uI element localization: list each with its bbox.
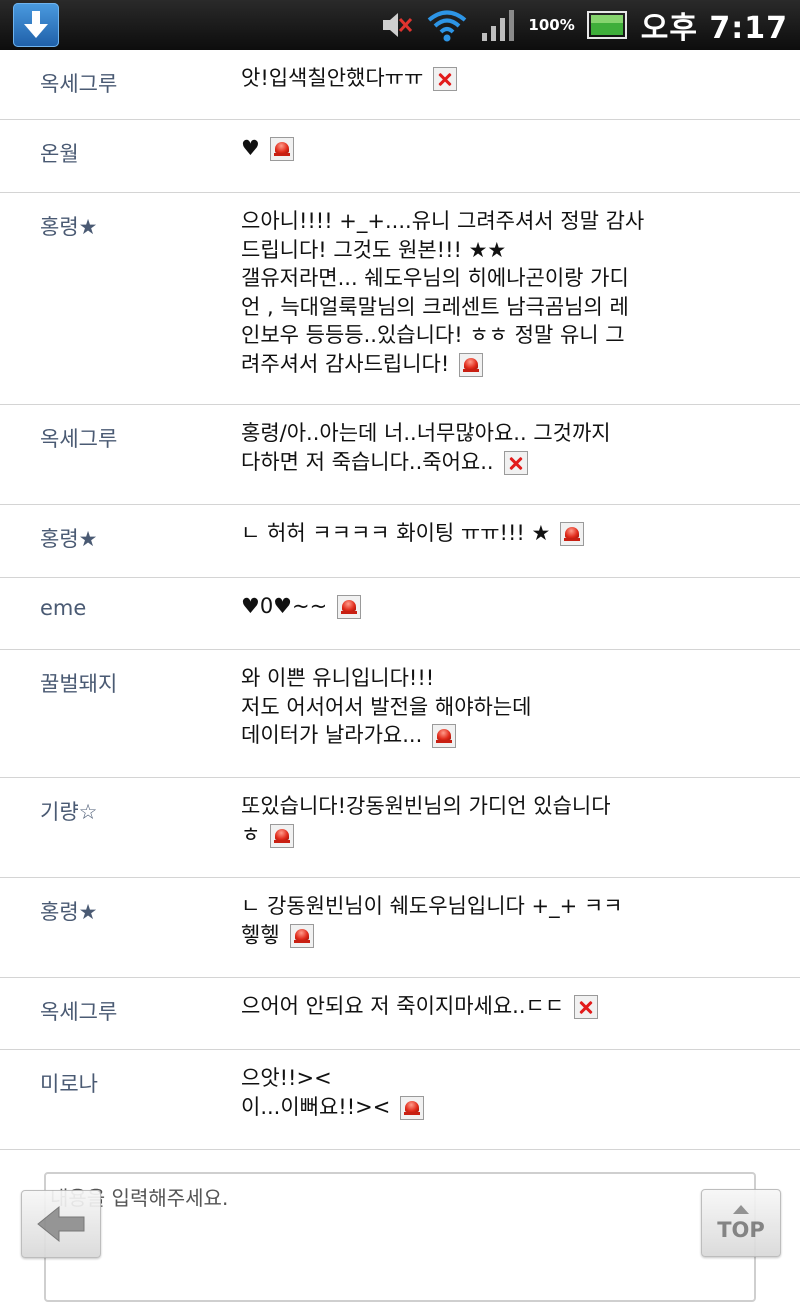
back-button[interactable] (21, 1190, 101, 1258)
comment-author[interactable]: 기량☆ (40, 796, 97, 826)
comment-row: 홍령★ 으아니!!!! +_+....유니 그려주셔서 정말 감사 드립니다! 그… (0, 193, 800, 405)
comment-content: 으앗!!>< 이...이뻐요!!>< (241, 1064, 671, 1121)
report-siren-icon[interactable] (289, 923, 314, 948)
comment-content: ㄴ 허허 ㅋㅋㅋㅋ 화이팅 ㅠㅠ!!! ★ (241, 519, 671, 548)
comment-list: 옥세그루 앗!입색칠안했다ㅠㅠ 온월 ♥ 홍령★ 으아니!!!! +_+....유니 그려… (0, 50, 800, 1150)
comment-author[interactable]: 홍령★ (40, 896, 97, 926)
comment-author[interactable]: 홍령★ (40, 523, 97, 553)
comment-text: 으어어 안되요 저 죽이지마세요..ㄷㄷ (241, 994, 565, 1018)
delete-comment-icon[interactable] (433, 67, 458, 91)
comment-row: 옥세그루 홍령/아..아는데 너..너무많아요.. 그것까지 다하면 저 죽습니다… (0, 405, 800, 505)
comment-text: 또있습니다!강동원빈님의 가디언 있습니다 ㅎ (241, 794, 611, 847)
report-siren-icon[interactable] (269, 137, 294, 161)
report-siren-icon[interactable] (459, 352, 484, 377)
comment-content: ㄴ 강동원빈님이 쉐도우님입니다 +_+ ㅋㅋ 헿헿 (241, 892, 671, 949)
comment-text: ♥ (241, 136, 260, 160)
comment-row: eme ♥0♥~~ (0, 578, 800, 650)
comment-author[interactable]: 홍령★ (40, 211, 97, 241)
comment-text: 홍령/아..아는데 너..너무많아요.. 그것까지 다하면 저 죽습니다..죽어… (241, 421, 611, 474)
report-siren-icon[interactable] (337, 595, 362, 619)
comment-text: 와 이쁜 유니입니다!!! 저도 어서어서 발전을 해야하는데 데이터가 날라가… (241, 666, 532, 747)
comment-row: 홍령★ ㄴ 강동원빈님이 쉐도우님입니다 +_+ ㅋㅋ 헿헿 (0, 878, 800, 978)
comment-author[interactable]: 옥세그루 (40, 423, 117, 453)
comment-text: 으앗!!>< 이...이뻐요!!>< (241, 1066, 391, 1119)
comment-content: 으어어 안되요 저 죽이지마세요..ㄷㄷ (241, 992, 671, 1021)
comment-content: ♥ (241, 134, 671, 163)
comment-author[interactable]: 옥세그루 (40, 68, 117, 98)
comment-row: 옥세그루 으어어 안되요 저 죽이지마세요..ㄷㄷ (0, 978, 800, 1050)
comment-author[interactable]: eme (40, 596, 86, 620)
comment-author[interactable]: 미로나 (40, 1068, 98, 1098)
comment-text: 앗!입색칠안했다ㅠㅠ (241, 66, 424, 90)
comment-row: 꿀벌돼지 와 이쁜 유니입니다!!! 저도 어서어서 발전을 해야하는데 데이터가… (0, 650, 800, 778)
comment-author[interactable]: 꿀벌돼지 (40, 668, 117, 698)
delete-comment-icon[interactable] (574, 995, 599, 1019)
signal-icon (482, 10, 515, 41)
delete-comment-icon[interactable] (503, 450, 528, 475)
comment-row: 홍령★ ㄴ 허허 ㅋㅋㅋㅋ 화이팅 ㅠㅠ!!! ★ (0, 505, 800, 578)
comment-author[interactable]: 옥세그루 (40, 996, 117, 1026)
comment-content: 앗!입색칠안했다ㅠㅠ (241, 64, 671, 93)
comment-row: 미로나 으앗!!>< 이...이뻐요!!>< (0, 1050, 800, 1150)
download-icon[interactable] (13, 3, 59, 47)
comment-row: 옥세그루 앗!입색칠안했다ㅠㅠ (0, 50, 800, 120)
comment-content: 으아니!!!! +_+....유니 그려주셔서 정말 감사 드립니다! 그것도 … (241, 207, 671, 378)
mute-icon (383, 13, 413, 37)
report-siren-icon[interactable] (270, 823, 295, 848)
battery-icon (586, 11, 627, 39)
back-arrow-icon (37, 1205, 85, 1243)
report-siren-icon[interactable] (400, 1095, 425, 1120)
battery-percent: 100% (528, 16, 575, 34)
report-siren-icon[interactable] (560, 522, 585, 546)
comment-text: 으아니!!!! +_+....유니 그려주셔서 정말 감사 드립니다! 그것도 … (241, 209, 645, 376)
comment-input-box[interactable] (44, 1172, 756, 1302)
comment-input[interactable] (46, 1174, 754, 1300)
status-bar: 100% 오후 7:17 (0, 0, 800, 50)
clock: 오후 7:17 (640, 11, 788, 46)
scroll-top-button[interactable]: TOP (701, 1189, 781, 1257)
report-siren-icon[interactable] (432, 724, 457, 748)
comment-author[interactable]: 온월 (40, 138, 79, 168)
wifi-icon (428, 10, 467, 42)
comment-row: 기량☆ 또있습니다!강동원빈님의 가디언 있습니다 ㅎ (0, 778, 800, 878)
comment-content: ♥0♥~~ (241, 592, 671, 621)
top-label: TOP (717, 1218, 765, 1242)
comment-row: 온월 ♥ (0, 120, 800, 193)
comment-content: 와 이쁜 유니입니다!!! 저도 어서어서 발전을 해야하는데 데이터가 날라가… (241, 664, 671, 750)
comment-text: ㄴ 허허 ㅋㅋㅋㅋ 화이팅 ㅠㅠ!!! ★ (241, 521, 551, 545)
comment-content: 홍령/아..아는데 너..너무많아요.. 그것까지 다하면 저 죽습니다..죽어… (241, 419, 671, 476)
comment-content: 또있습니다!강동원빈님의 가디언 있습니다 ㅎ (241, 792, 671, 849)
comment-text: ♥0♥~~ (241, 594, 328, 618)
